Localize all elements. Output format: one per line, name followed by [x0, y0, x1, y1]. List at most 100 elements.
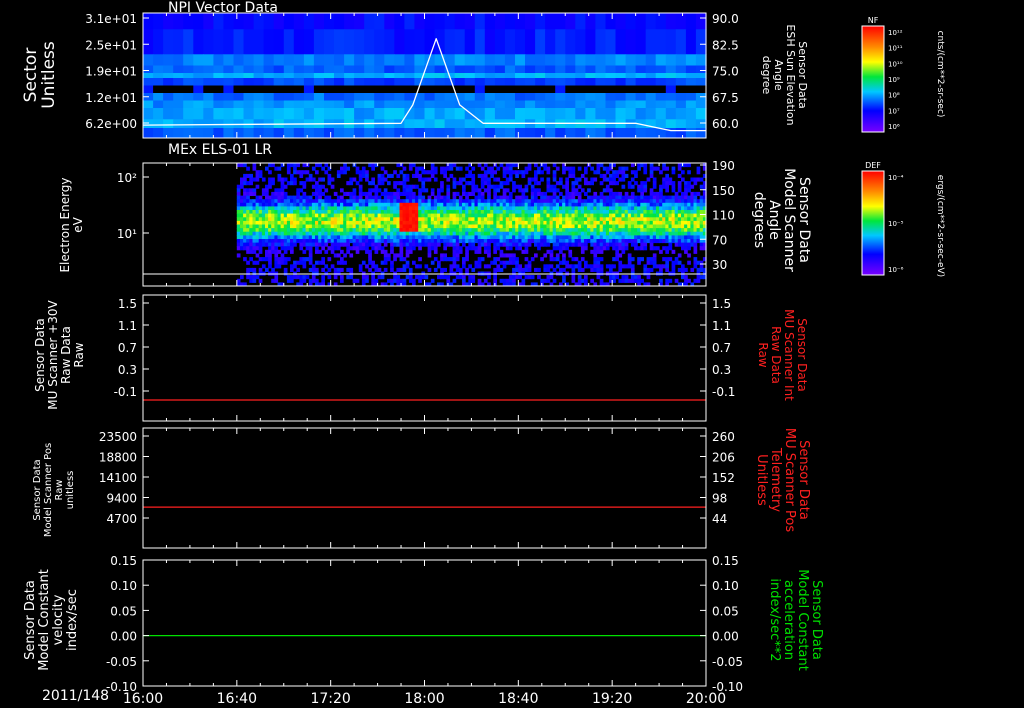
y-tick-label: 0.00: [110, 630, 137, 644]
npi-cell: [535, 65, 546, 74]
npi-cell: [243, 128, 255, 139]
els-cell: [271, 242, 275, 247]
els-cell: [418, 264, 422, 269]
els-cell: [609, 206, 613, 211]
els-cell: [524, 184, 529, 189]
els-cell: [427, 195, 432, 200]
els-cell: [462, 177, 466, 182]
els-cell: [327, 257, 332, 262]
els-cell: [643, 246, 648, 251]
els-cell: [365, 278, 369, 283]
npi-cell: [595, 100, 607, 109]
els-cell: [440, 235, 444, 240]
els-cell: [396, 188, 401, 193]
els-cell: [340, 170, 344, 175]
npi-cell: [324, 13, 335, 30]
npi-cell: [344, 93, 355, 101]
els-cell: [565, 188, 569, 193]
els-cell: [577, 264, 582, 269]
els-cell: [452, 199, 457, 204]
els-cell: [412, 278, 416, 283]
els-cell: [587, 264, 591, 269]
els-cell: [458, 267, 463, 272]
els-cell: [599, 257, 604, 262]
els-cell: [552, 177, 557, 182]
npi-cell: [414, 100, 426, 109]
npi-cell: [153, 65, 164, 74]
npi-cell: [645, 93, 657, 101]
npi-cell: [153, 128, 164, 139]
npi-cell: [655, 78, 667, 86]
npi-cell: [645, 108, 657, 120]
els-cell: [321, 278, 325, 283]
els-cell: [665, 220, 669, 225]
els-cell: [693, 181, 698, 186]
els-cell: [355, 166, 360, 171]
els-cell: [508, 210, 513, 215]
els-cell: [462, 199, 466, 204]
els-cell: [255, 260, 260, 265]
els-cell: [596, 166, 601, 171]
els-cell: [574, 228, 579, 233]
els-cell: [665, 267, 669, 272]
els-cell: [596, 267, 601, 272]
npi-cell: [474, 128, 486, 139]
npi-cell: [575, 93, 586, 101]
els-cell: [290, 249, 294, 254]
els-cell: [462, 242, 466, 247]
els-cell: [609, 195, 613, 200]
npi-cell: [243, 65, 255, 74]
els-cell: [355, 278, 360, 283]
els-cell: [315, 228, 319, 233]
els-cell: [505, 181, 510, 186]
y-right-tick-label: 82.5: [712, 38, 739, 52]
npi-cell: [173, 128, 184, 139]
els-cell: [236, 278, 241, 283]
els-cell: [487, 246, 491, 251]
els-cell: [677, 202, 682, 207]
els-cell: [443, 267, 447, 272]
els-cell: [615, 275, 619, 280]
els-cell: [258, 239, 263, 244]
y-tick-label: 18800: [99, 451, 137, 465]
npi-cell: [675, 78, 687, 86]
npi-cell: [193, 100, 204, 109]
npi-cell: [635, 54, 647, 66]
els-cell: [552, 235, 557, 240]
els-cell: [552, 239, 557, 244]
npi-cell: [283, 73, 295, 79]
els-cell: [555, 195, 560, 200]
els-cell: [280, 213, 285, 218]
npi-cell: [444, 54, 456, 66]
els-cell: [537, 275, 541, 280]
npi-cell: [303, 93, 315, 101]
els-cell: [562, 184, 566, 189]
els-cell: [552, 184, 557, 189]
npi-cell: [535, 93, 546, 101]
els-cell: [699, 246, 704, 251]
npi-cell: [273, 108, 285, 120]
els-cell: [293, 166, 297, 171]
els-cell: [405, 173, 410, 178]
y-right-tick-label: 0.10: [712, 579, 739, 593]
els-cell: [321, 275, 325, 280]
els-cell: [609, 239, 613, 244]
els-cell: [687, 228, 691, 233]
els-cell: [508, 173, 513, 178]
els-cell: [465, 249, 469, 254]
npi-cell: [464, 128, 476, 139]
els-cell: [371, 260, 375, 265]
els-cell: [349, 253, 354, 258]
els-cell: [418, 242, 422, 247]
npi-cell: [243, 108, 255, 120]
els-cell: [649, 267, 654, 272]
npi-cell: [444, 128, 456, 139]
els-cell: [236, 220, 241, 225]
els-cell: [462, 220, 466, 225]
npi-cell: [565, 73, 576, 79]
els-cell: [340, 199, 344, 204]
npi-cell: [183, 100, 194, 109]
npi-cell: [535, 128, 546, 139]
npi-cell: [515, 85, 526, 94]
npi-cell: [494, 29, 506, 55]
